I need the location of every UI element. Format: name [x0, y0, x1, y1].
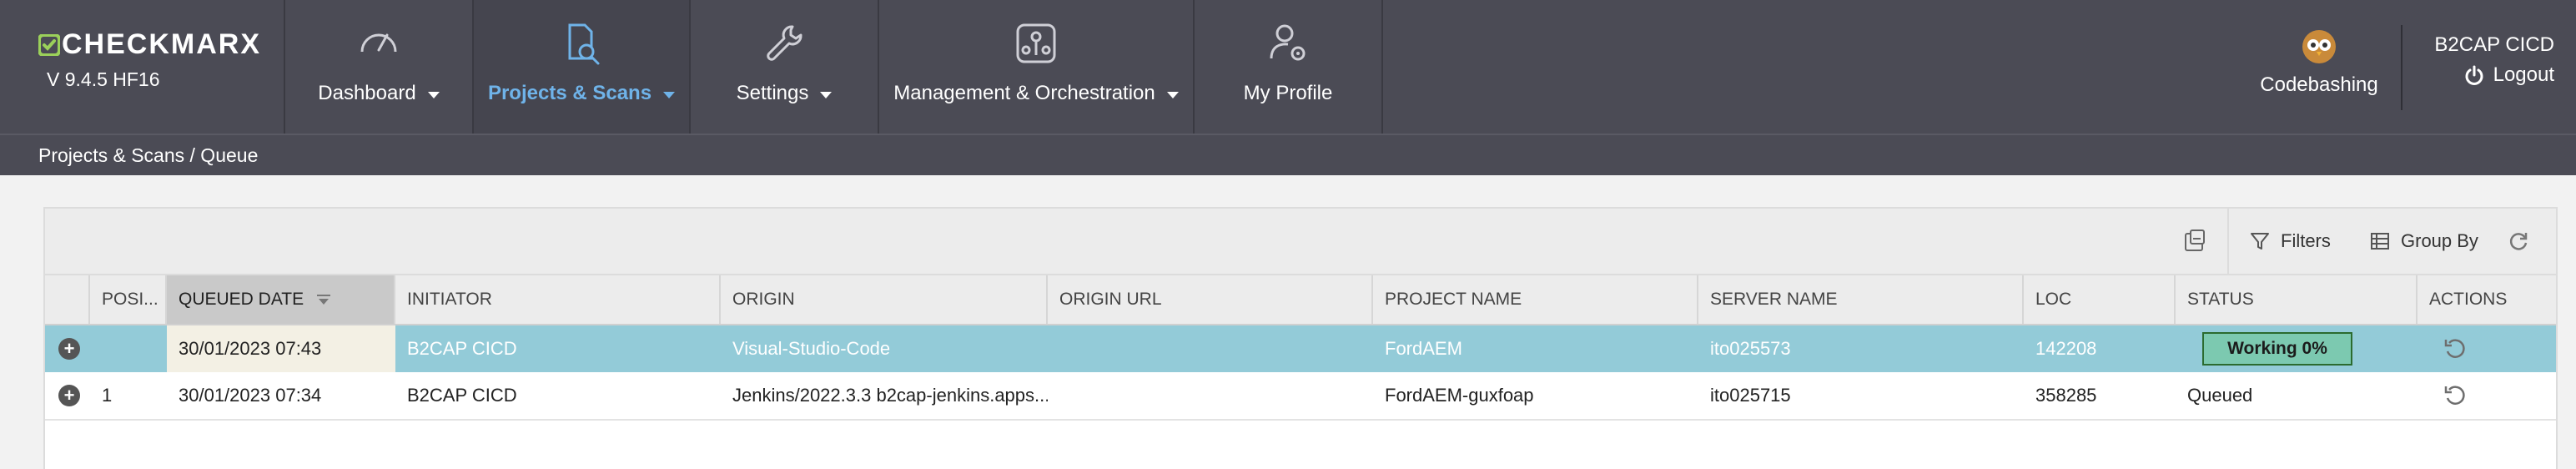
column-header-initiator[interactable]: INITIATOR — [395, 275, 721, 324]
nav-settings-label: Settings — [736, 82, 809, 104]
cell-origin-url — [1048, 325, 1373, 372]
chevron-down-icon — [1166, 91, 1179, 98]
column-header-loc[interactable]: LOC — [2024, 275, 2176, 324]
export-icon — [2185, 229, 2205, 251]
nav-projects-scans-label: Projects & Scans — [487, 82, 652, 104]
cell-project-name: FordAEM-guxfoap — [1385, 385, 1534, 406]
user-gear-icon — [1270, 24, 1306, 61]
refresh-icon — [2509, 233, 2528, 250]
cell-status: Queued — [2187, 385, 2253, 406]
document-search-icon — [568, 23, 600, 65]
retry-icon[interactable] — [2443, 336, 2468, 361]
cell-server-name: ito025715 — [1710, 385, 1791, 406]
nav-dashboard[interactable]: Dashboard — [285, 0, 472, 134]
cell-position: 1 — [102, 385, 113, 406]
logout-button[interactable]: Logout — [2463, 63, 2554, 87]
column-header-status[interactable]: STATUS — [2176, 275, 2418, 324]
queue-panel: Filters Group By POSI... QUEUED DATE INI… — [43, 207, 2558, 469]
top-navigation-bar: CHECKMARX V 9.4.5 HF16 Dashboard Project… — [0, 0, 2576, 134]
cell-origin: Visual-Studio-Code — [732, 338, 891, 359]
retry-icon[interactable] — [2443, 383, 2468, 408]
sort-descending-icon — [316, 295, 330, 305]
breadcrumb: Projects & Scans / Queue — [38, 144, 259, 166]
column-header-queued-date-label: QUEUED DATE — [179, 290, 304, 309]
cell-loc: 358285 — [2035, 385, 2097, 406]
cell-queued-date: 30/01/2023 07:43 — [167, 325, 395, 372]
filters-button[interactable]: Filters — [2249, 209, 2331, 274]
column-header-position[interactable]: POSI... — [90, 275, 167, 324]
export-button[interactable] — [2182, 209, 2207, 274]
chevron-down-icon — [427, 91, 440, 98]
user-name: B2CAP CICD — [2434, 33, 2554, 56]
nav-management-label: Management & Orchestration — [893, 82, 1155, 104]
logout-label: Logout — [2493, 63, 2554, 86]
breadcrumb-bar: Projects & Scans / Queue — [0, 134, 2576, 175]
cell-server-name: ito025573 — [1710, 338, 1791, 359]
nav-my-profile[interactable]: My Profile — [1195, 0, 1381, 134]
status-badge: Working 0% — [2202, 332, 2352, 366]
cell-loc: 142208 — [2035, 338, 2097, 359]
user-divider — [2401, 25, 2402, 110]
filter-icon — [2251, 233, 2269, 250]
toolbar-divider — [2227, 209, 2229, 274]
column-header-origin[interactable]: ORIGIN — [721, 275, 1048, 324]
nav-divider — [1381, 0, 1383, 134]
table-row[interactable]: + 1 30/01/2023 07:34 B2CAP CICD Jenkins/… — [45, 372, 2556, 421]
codebashing-label: Codebashing — [2260, 73, 2378, 96]
checkmark-logo-icon — [38, 33, 60, 56]
expand-row-button[interactable]: + — [58, 338, 80, 360]
table-header: POSI... QUEUED DATE INITIATOR ORIGIN ORI… — [45, 275, 2556, 325]
wrench-icon — [767, 25, 802, 61]
column-header-project-name[interactable]: PROJECT NAME — [1373, 275, 1698, 324]
refresh-grid-button[interactable] — [2508, 209, 2529, 274]
expand-row-button[interactable]: + — [58, 385, 80, 406]
grid-toolbar: Filters Group By — [45, 209, 2556, 275]
nav-projects-scans[interactable]: Projects & Scans — [474, 0, 689, 134]
column-header-origin-url[interactable]: ORIGIN URL — [1048, 275, 1373, 324]
cell-origin-url — [1048, 372, 1373, 419]
version-label: V 9.4.5 HF16 — [47, 68, 160, 90]
nav-my-profile-label: My Profile — [1243, 82, 1333, 104]
group-by-icon — [2371, 233, 2389, 250]
column-header-queued-date[interactable]: QUEUED DATE — [167, 275, 395, 324]
power-icon — [2465, 65, 2483, 85]
codebashing-link[interactable]: Codebashing — [2260, 28, 2378, 97]
checkmarx-logo[interactable]: CHECKMARX — [38, 28, 261, 61]
cell-origin: Jenkins/2022.3.3 b2cap-jenkins.apps... — [732, 385, 1048, 406]
cell-position — [90, 325, 167, 372]
column-header-actions: ACTIONS — [2429, 290, 2508, 309]
orchestration-icon — [1016, 23, 1056, 63]
cell-initiator: B2CAP CICD — [407, 385, 517, 406]
column-header-server-name[interactable]: SERVER NAME — [1698, 275, 2024, 324]
chevron-down-icon — [663, 91, 676, 98]
owl-avatar-icon — [2302, 30, 2336, 63]
cell-initiator: B2CAP CICD — [407, 338, 517, 359]
nav-dashboard-label: Dashboard — [318, 82, 416, 104]
filters-label: Filters — [2281, 230, 2331, 251]
group-by-button[interactable]: Group By — [2369, 209, 2478, 274]
cell-project-name: FordAEM — [1385, 338, 1462, 359]
chevron-down-icon — [820, 91, 833, 98]
table-row[interactable]: + 30/01/2023 07:43 B2CAP CICD Visual-Stu… — [45, 325, 2556, 372]
nav-settings[interactable]: Settings — [691, 0, 878, 134]
logo-text: CHECKMARX — [62, 28, 261, 60]
cell-queued-date: 30/01/2023 07:34 — [179, 385, 322, 406]
group-by-label: Group By — [2401, 230, 2478, 251]
nav-management-orchestration[interactable]: Management & Orchestration — [879, 0, 1193, 134]
gauge-icon — [360, 33, 397, 53]
column-header-expand — [45, 275, 90, 324]
